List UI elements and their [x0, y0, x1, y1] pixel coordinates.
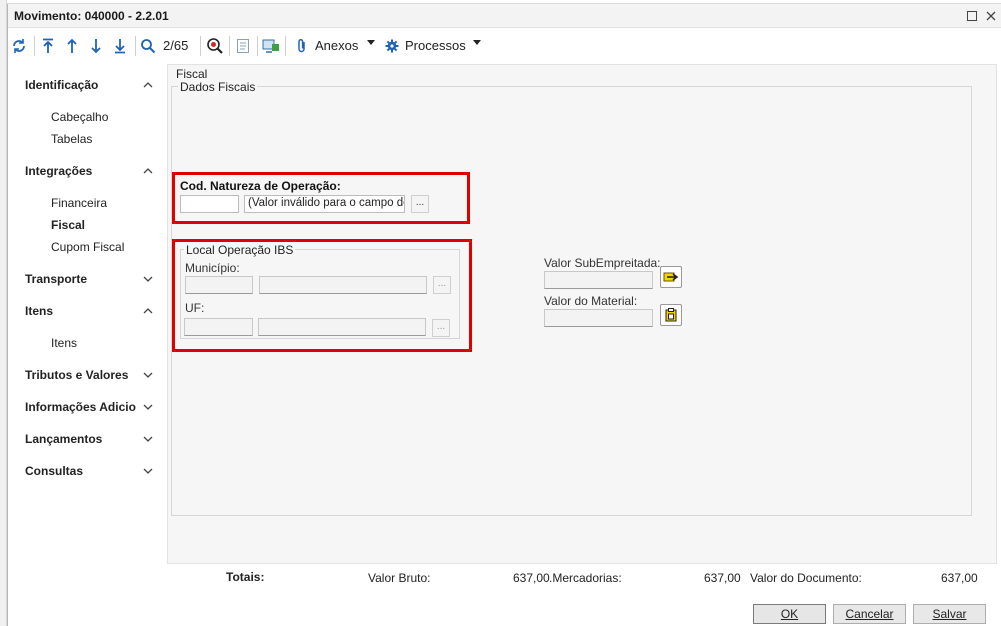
- sidebar-item-cabecalho[interactable]: Cabeçalho: [51, 110, 108, 124]
- close-button[interactable]: [982, 7, 1000, 25]
- chevron-down-icon[interactable]: [367, 40, 375, 45]
- valor-bruto-value: 637,00: [513, 571, 550, 585]
- close-icon: [986, 11, 996, 21]
- save-button[interactable]: Salvar: [913, 604, 986, 624]
- sidebar-group-tributos[interactable]: Tributos e Valores: [25, 368, 128, 382]
- arrow-down-icon: [91, 39, 101, 54]
- background-app-strip: [0, 0, 7, 626]
- gear-icon[interactable]: [382, 36, 402, 56]
- document-list-button[interactable]: [233, 36, 253, 56]
- chevron-up-icon[interactable]: [142, 165, 154, 177]
- valor-bruto-label: Valor Bruto:: [368, 571, 431, 585]
- local-ibs-highlight-box: [172, 239, 472, 352]
- sidebar-item-cupom-fiscal[interactable]: Cupom Fiscal: [51, 240, 124, 254]
- clipboard-icon: [665, 308, 677, 322]
- sidebar-group-lancamentos[interactable]: Lançamentos: [25, 432, 102, 446]
- sidebar-group-consultas[interactable]: Consultas: [25, 464, 83, 478]
- material-action-button[interactable]: [660, 304, 682, 326]
- subempreitada-action-button[interactable]: [660, 266, 682, 288]
- sidebar-group-integracoes[interactable]: Integrações: [25, 164, 92, 178]
- export-button[interactable]: [261, 36, 281, 56]
- arrow-up-icon: [67, 38, 77, 53]
- refresh-icon: [13, 39, 25, 53]
- cancel-button-label: Cancelar: [845, 607, 894, 621]
- chevron-down-icon[interactable]: [473, 40, 481, 45]
- sidebar-item-financeira[interactable]: Financeira: [51, 196, 107, 210]
- last-record-icon: [115, 39, 125, 54]
- fiscal-panel: Fiscal Dados Fiscais Cod. Natureza de Op…: [167, 64, 997, 564]
- search-icon: [141, 39, 156, 54]
- toolbar: 2/65 Anexos Processos: [8, 33, 1001, 59]
- document-list-icon: [237, 39, 249, 53]
- maximize-icon: [967, 11, 977, 21]
- valor-material-label: Valor do Material:: [544, 294, 638, 308]
- sidebar-item-itens[interactable]: Itens: [51, 336, 77, 350]
- natureza-highlight-box: [172, 172, 470, 224]
- sidebar-group-identificacao[interactable]: Identificação: [25, 78, 98, 92]
- movimento-window: Movimento: 040000 - 2.2.01 2/65 Anexos P…: [7, 4, 1001, 626]
- first-record-button[interactable]: [38, 36, 58, 56]
- ok-button[interactable]: OK: [753, 604, 826, 624]
- last-record-button[interactable]: [110, 36, 130, 56]
- valor-documento-value: 637,00: [941, 571, 978, 585]
- valor-material-input[interactable]: [544, 309, 653, 327]
- title-bar: Movimento: 040000 - 2.2.01: [8, 4, 1001, 28]
- totals-label: Totais:: [226, 570, 265, 584]
- valor-subempreitada-label: Valor SubEmpreitada:: [544, 256, 661, 270]
- chevron-down-icon[interactable]: [142, 465, 154, 477]
- sidebar-group-informacoes[interactable]: Informações Adicio: [25, 400, 136, 414]
- mercadorias-value: 637,00: [704, 571, 741, 585]
- chevron-up-icon[interactable]: [142, 305, 154, 317]
- cancel-button[interactable]: Cancelar: [833, 604, 906, 624]
- valor-documento-label: Valor do Documento:: [750, 571, 862, 585]
- anexos-menu[interactable]: Anexos: [315, 38, 358, 53]
- sidebar-group-itens[interactable]: Itens: [25, 304, 53, 318]
- refresh-button[interactable]: [9, 36, 29, 56]
- dados-fiscais-legend: Dados Fiscais: [178, 80, 258, 94]
- chevron-down-icon[interactable]: [142, 273, 154, 285]
- zoom-detail-icon: [207, 38, 223, 54]
- chevron-down-icon[interactable]: [142, 369, 154, 381]
- search-button[interactable]: [138, 36, 158, 56]
- valor-subempreitada-input[interactable]: [544, 271, 653, 289]
- window-title: Movimento: 040000 - 2.2.01: [14, 9, 169, 23]
- maximize-button[interactable]: [963, 7, 981, 25]
- previous-record-button[interactable]: [62, 36, 82, 56]
- zoom-search-button[interactable]: [205, 36, 225, 56]
- mercadorias-label: .Mercadorias:: [549, 571, 622, 585]
- chevron-up-icon[interactable]: [142, 79, 154, 91]
- section-title: Fiscal: [176, 67, 208, 81]
- calculator-edit-icon: [663, 272, 679, 282]
- monitor-export-icon: [262, 39, 279, 53]
- chevron-down-icon[interactable]: [142, 401, 154, 413]
- save-button-label: Salvar: [932, 607, 967, 621]
- sidebar: Identificação Cabeçalho Tabelas Integraç…: [8, 64, 166, 564]
- processos-menu[interactable]: Processos: [405, 38, 466, 53]
- paperclip-icon[interactable]: [292, 36, 312, 56]
- next-record-button[interactable]: [86, 36, 106, 56]
- ok-button-label: OK: [780, 607, 799, 621]
- sidebar-group-transporte[interactable]: Transporte: [25, 272, 87, 286]
- chevron-down-icon[interactable]: [142, 433, 154, 445]
- record-counter: 2/65: [163, 38, 189, 53]
- sidebar-item-fiscal[interactable]: Fiscal: [51, 218, 85, 232]
- sidebar-item-tabelas[interactable]: Tabelas: [51, 132, 92, 146]
- first-record-icon: [43, 38, 53, 53]
